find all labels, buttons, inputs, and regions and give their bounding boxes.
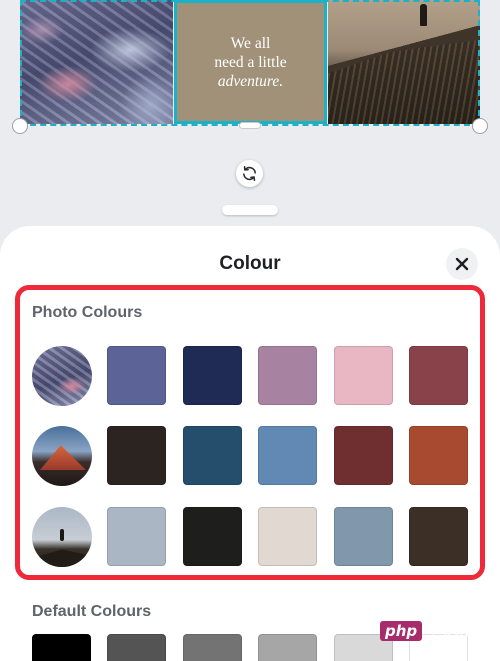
photo-swatch[interactable] [258,507,317,566]
photo-swatch[interactable] [334,507,393,566]
close-button[interactable] [446,248,478,280]
photo-swatch[interactable] [409,346,468,405]
photo-swatch[interactable] [258,346,317,405]
ridge-shape [32,549,92,567]
hiker-ridge-thumbnail[interactable] [32,507,92,567]
watermark-text: 中文网 [426,624,469,640]
resize-handle-right[interactable] [472,118,488,134]
photo-swatch[interactable] [107,346,166,405]
design-canvas[interactable]: We all need a little adventure. [12,0,488,134]
panel-title: Colour [219,253,281,274]
photo-swatch[interactable] [183,346,242,405]
photo-swatch[interactable] [409,426,468,485]
close-icon [455,257,469,271]
default-swatch[interactable] [107,634,166,661]
watermark-badge: php [380,621,423,641]
peak-shape [40,445,86,470]
default-swatch[interactable] [32,634,91,661]
hiker-figure-small [60,529,64,541]
photo-swatch[interactable] [258,426,317,485]
photo-swatch[interactable] [334,346,393,405]
resize-handle-left[interactable] [12,118,28,134]
photo-swatch[interactable] [183,426,242,485]
sheet-drag-handle[interactable] [222,205,278,215]
default-swatch[interactable] [258,634,317,661]
snowy-mountain-thumbnail[interactable] [32,346,92,406]
photo-colours-heading: Photo Colours [32,304,143,321]
rotate-button[interactable] [236,160,263,187]
photo-swatch[interactable] [183,507,242,566]
colour-panel: Colour Photo Colours Default Colours [0,226,500,661]
default-colours-heading: Default Colours [32,603,152,620]
site-watermark: php 中文网 [380,620,498,642]
photo-swatch[interactable] [107,426,166,485]
photo-swatch[interactable] [334,426,393,485]
resize-handle-bottom[interactable] [239,122,261,129]
red-peak-thumbnail[interactable] [32,426,92,486]
photo-swatch[interactable] [107,507,166,566]
default-swatch[interactable] [183,634,242,661]
selection-outline [20,0,480,126]
photo-swatch[interactable] [409,507,468,566]
rotate-icon [243,165,256,182]
